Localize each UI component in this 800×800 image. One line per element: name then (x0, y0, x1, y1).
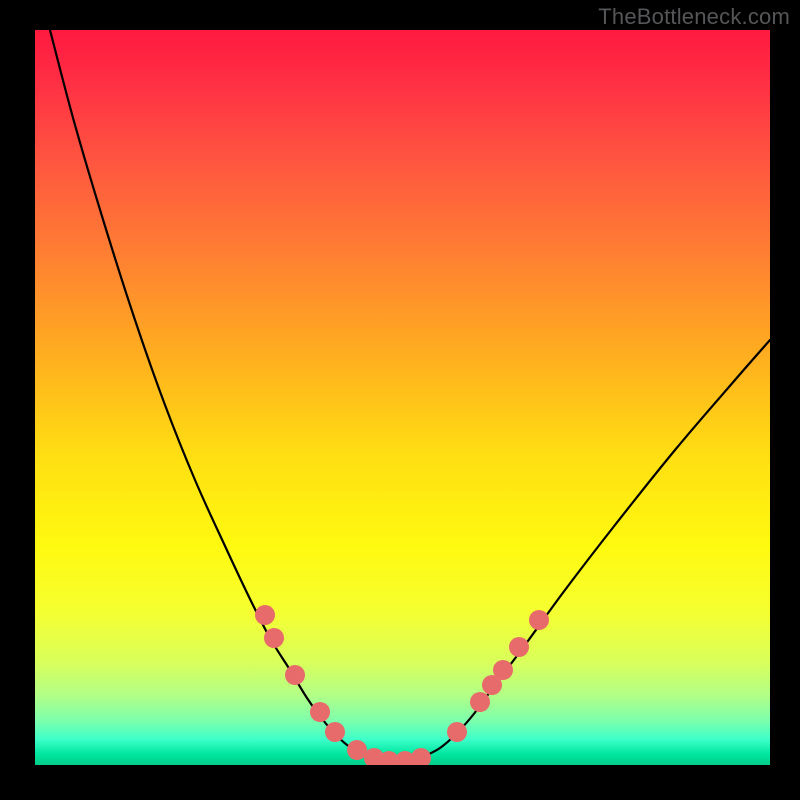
data-dot (493, 660, 513, 680)
chart-frame: TheBottleneck.com (0, 0, 800, 800)
data-dot (509, 637, 529, 657)
watermark-text: TheBottleneck.com (598, 4, 790, 30)
data-dot (447, 722, 467, 742)
data-dot (347, 740, 367, 760)
plot-area (35, 30, 770, 765)
data-dot (529, 610, 549, 630)
data-dot (255, 605, 275, 625)
data-dot (470, 692, 490, 712)
gradient-background (35, 30, 770, 765)
chart-svg (35, 30, 770, 765)
data-dot (264, 628, 284, 648)
data-dot (325, 722, 345, 742)
data-dot (285, 665, 305, 685)
data-dot (310, 702, 330, 722)
